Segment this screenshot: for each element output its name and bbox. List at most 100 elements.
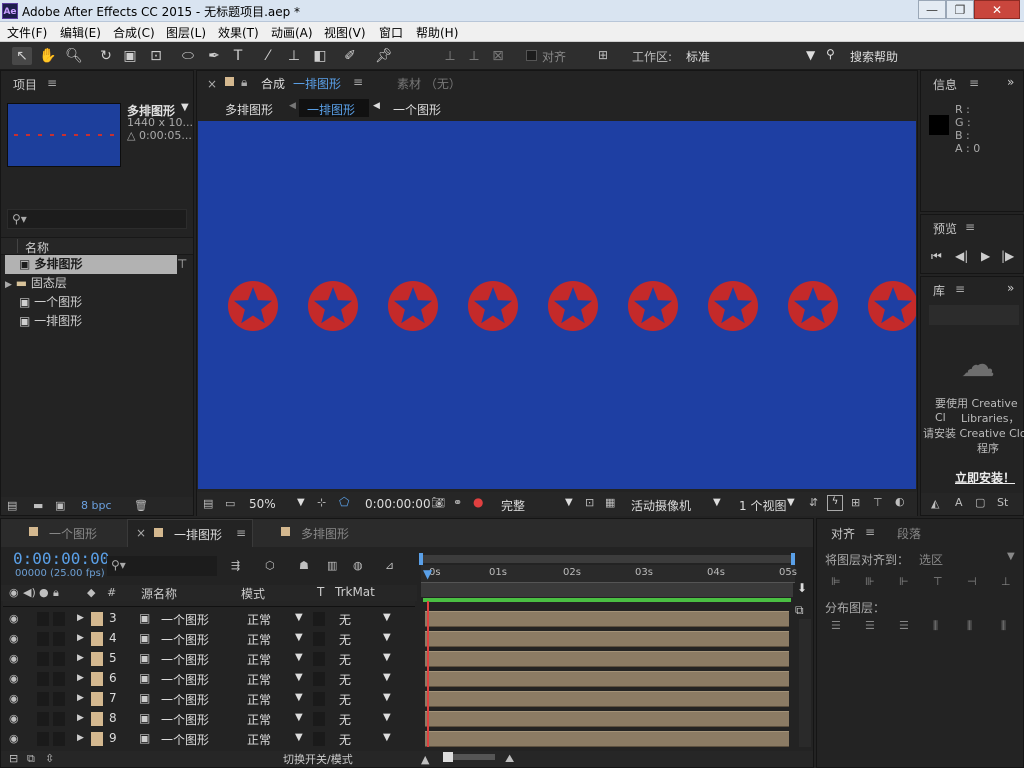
solo-switch[interactable] [37, 612, 49, 626]
layer-duration-bar[interactable] [425, 691, 789, 707]
trkmat-select[interactable]: 无 [339, 671, 351, 688]
breadcrumb-item-active[interactable]: 一排图形 [307, 101, 355, 118]
composition-viewer[interactable] [198, 121, 916, 489]
solo-switch[interactable] [37, 712, 49, 726]
layer-mode-select[interactable]: 正常 [247, 631, 271, 648]
add-graphic-icon[interactable]: ▢ [975, 496, 985, 509]
layer-row[interactable]: ◉ ▶ 7 ▣ 一个图形 正常 ▼ 无 ▼ [3, 689, 417, 709]
distribute-right-icon[interactable]: ⫼ [1001, 619, 1006, 633]
eye-icon[interactable]: ◉ [9, 712, 19, 725]
trkmat-dropdown-icon[interactable]: ▼ [383, 612, 391, 623]
breadcrumb-item[interactable]: 一个图形 [393, 101, 441, 118]
eye-icon[interactable]: ◉ [9, 632, 19, 645]
mode-dropdown-icon[interactable]: ▼ [295, 612, 303, 623]
label-color-swatch[interactable] [91, 692, 103, 706]
mode-dropdown-icon[interactable]: ▼ [295, 652, 303, 663]
next-frame-icon[interactable]: |▶ [1001, 249, 1014, 263]
panel-menu-icon[interactable]: ≡ [955, 282, 965, 296]
type-tool-icon[interactable]: T [228, 47, 248, 65]
selection-tool-icon[interactable]: ↖ [12, 47, 32, 65]
new-composition-icon[interactable]: ▣ [55, 499, 65, 512]
trkmat-dropdown-icon[interactable]: ▼ [383, 672, 391, 683]
zoom-select[interactable]: 50% [249, 497, 276, 511]
expand-arrow-icon[interactable]: ▶ [77, 713, 84, 723]
layer-row[interactable]: ◉ ▶ 5 ▣ 一个图形 正常 ▼ 无 ▼ [3, 649, 417, 669]
layer-switches-icon[interactable]: ⊟ [9, 752, 18, 765]
lock-toggle-icon[interactable]: 🔒︎ [53, 586, 59, 600]
lock-switch[interactable] [53, 652, 65, 666]
align-left-icon[interactable]: ⊫ [831, 575, 841, 588]
menu-window[interactable]: 窗口 [379, 24, 403, 41]
work-area-bar[interactable] [421, 555, 795, 563]
motion-blur-icon[interactable]: ◍ [353, 559, 363, 572]
new-folder-icon[interactable]: ▬ [33, 499, 43, 512]
resolution-dropdown-icon[interactable]: ▼ [565, 497, 573, 508]
pen-tool-icon[interactable]: ✒ [204, 47, 224, 65]
timeline-tab[interactable]: 多排图形 [301, 525, 349, 542]
align-v-center-icon[interactable]: ⊣ [967, 575, 977, 588]
project-item[interactable]: ▣ 多排图形 [5, 255, 177, 274]
current-time-display[interactable]: 0:00:00:00 [365, 497, 431, 511]
solo-toggle-icon[interactable]: ● [39, 586, 49, 599]
draft-3d-icon[interactable]: ⬡ [265, 559, 275, 572]
brush-tool-icon[interactable]: ⁄ [258, 47, 278, 65]
toggle-pixel-aspect-icon[interactable]: ⇵ [809, 496, 818, 509]
transparency-grid-icon[interactable]: ▦ [605, 496, 615, 509]
axis-local-icon[interactable]: ⟂ [440, 47, 460, 65]
layer-name[interactable]: 一个图形 [161, 651, 209, 668]
menu-help[interactable]: 帮助(H) [416, 24, 458, 41]
trkmat-dropdown-icon[interactable]: ▼ [383, 732, 391, 743]
close-button[interactable]: ✕ [974, 0, 1020, 19]
layer-name[interactable]: 一个图形 [161, 711, 209, 728]
ellipse-tool-icon[interactable]: ⬭ [178, 47, 198, 65]
expand-arrow-icon[interactable]: ▶ [77, 673, 84, 683]
label-column-icon[interactable]: ◆ [87, 586, 95, 599]
workspace-dropdown-icon[interactable]: ▼ [806, 48, 815, 62]
layer-row[interactable]: ◉ ▶ 9 ▣ 一个图形 正常 ▼ 无 ▼ [3, 729, 417, 749]
preserve-transparency-switch[interactable] [313, 672, 325, 686]
previous-frame-icon[interactable]: ◀| [955, 249, 968, 263]
align-h-center-icon[interactable]: ⊪ [865, 575, 875, 588]
layer-mode-select[interactable]: 正常 [247, 691, 271, 708]
menu-view[interactable]: 视图(V) [324, 24, 366, 41]
layer-row[interactable]: ◉ ▶ 8 ▣ 一个图形 正常 ▼ 无 ▼ [3, 709, 417, 729]
eye-icon[interactable]: ◉ [9, 672, 19, 685]
layer-name[interactable]: 一个图形 [161, 731, 209, 748]
label-color-swatch[interactable] [91, 632, 103, 646]
region-of-interest-icon[interactable]: ⊡ [585, 496, 594, 509]
menu-composition[interactable]: 合成(C) [113, 24, 155, 41]
maximize-button[interactable]: ❐ [946, 0, 974, 19]
footage-tab[interactable]: 素材 （无） [397, 75, 461, 92]
align-to-dropdown-icon[interactable]: ▼ [1007, 551, 1015, 562]
project-item[interactable]: ▣ 一排图形 [5, 312, 82, 331]
zoom-slider-handle[interactable] [443, 752, 453, 762]
views-select[interactable]: 1 个视图 [739, 497, 786, 514]
lock-switch[interactable] [53, 612, 65, 626]
camera-dropdown-icon[interactable]: ▼ [713, 497, 721, 508]
timeline-tab[interactable]: 一个图形 [49, 525, 97, 542]
play-icon[interactable]: ▶ [981, 249, 990, 263]
libraries-panel-title[interactable]: 库 [933, 282, 945, 299]
mode-dropdown-icon[interactable]: ▼ [295, 732, 303, 743]
search-help-input[interactable]: 搜索帮助 [850, 48, 898, 65]
comp-marker-icon[interactable]: ⬇ [797, 581, 807, 595]
panel-expand-icon[interactable]: » [1007, 75, 1014, 89]
toggle-switches-modes[interactable]: 切换开关/模式 [283, 751, 353, 767]
work-area-start-handle[interactable] [419, 553, 423, 565]
layer-name[interactable]: 一个图形 [161, 611, 209, 628]
layer-mode-select[interactable]: 正常 [247, 611, 271, 628]
hand-tool-icon[interactable]: ✋ [38, 47, 58, 65]
lock-switch[interactable] [53, 632, 65, 646]
preserve-transparency-switch[interactable] [313, 692, 325, 706]
layer-duration-bar[interactable] [425, 671, 789, 687]
stock-icon[interactable]: St [997, 496, 1008, 509]
comp-mini-flowchart-icon[interactable]: ⇶ [231, 559, 240, 572]
playhead-icon[interactable]: ▼ [423, 567, 432, 581]
layer-duration-bar[interactable] [425, 611, 789, 627]
comp-button-icon[interactable]: ⧉ [795, 603, 804, 618]
layer-duration-bar[interactable] [425, 631, 789, 647]
panel-menu-icon[interactable]: ≡ [353, 75, 363, 89]
layer-duration-bar[interactable] [425, 651, 789, 667]
layer-row[interactable]: ◉ ▶ 3 ▣ 一个图形 正常 ▼ 无 ▼ [3, 609, 417, 629]
trkmat-dropdown-icon[interactable]: ▼ [383, 712, 391, 723]
